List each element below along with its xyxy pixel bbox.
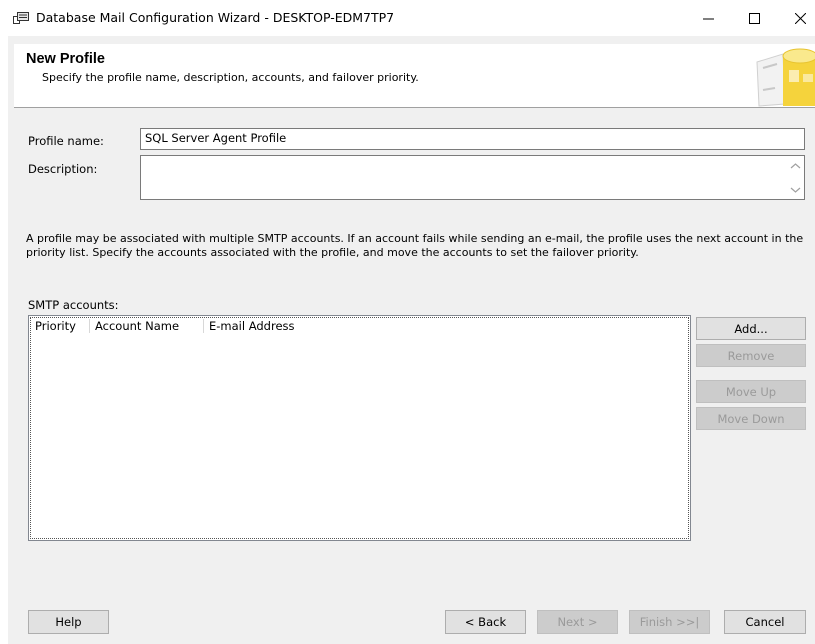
profile-name-input[interactable]: SQL Server Agent Profile — [140, 128, 805, 150]
column-separator[interactable] — [89, 319, 90, 333]
minimize-button[interactable] — [685, 0, 731, 36]
maximize-icon — [748, 12, 760, 24]
cancel-button[interactable]: Cancel — [724, 610, 806, 634]
database-mail-graphic-icon — [745, 44, 815, 107]
close-icon — [794, 12, 806, 24]
wizard-app-icon — [13, 11, 29, 25]
help-button[interactable]: Help — [28, 610, 109, 634]
window-title: Database Mail Configuration Wizard - DES… — [36, 10, 395, 25]
smtp-accounts-list[interactable]: Priority Account Name E-mail Address — [28, 315, 691, 541]
back-button[interactable]: < Back — [445, 610, 526, 634]
page-title: New Profile — [26, 51, 105, 67]
description-label: Description: — [28, 162, 98, 176]
profile-name-label: Profile name: — [28, 134, 104, 148]
next-button[interactable]: Next > — [537, 610, 618, 634]
close-button[interactable] — [777, 0, 815, 36]
column-header-priority[interactable]: Priority — [35, 319, 76, 333]
column-header-email-address[interactable]: E-mail Address — [209, 319, 295, 333]
move-down-button[interactable]: Move Down — [696, 407, 806, 430]
column-separator[interactable] — [203, 319, 204, 333]
description-input[interactable] — [140, 155, 805, 200]
maximize-button[interactable] — [731, 0, 777, 36]
move-up-button[interactable]: Move Up — [696, 380, 806, 403]
minimize-icon — [702, 18, 714, 19]
add-account-button[interactable]: Add... — [696, 317, 806, 340]
title-bar: Database Mail Configuration Wizard - DES… — [0, 0, 815, 36]
wizard-header: New Profile Specify the profile name, de… — [14, 44, 815, 108]
dialog-client-area: New Profile Specify the profile name, de… — [8, 36, 815, 644]
remove-account-button[interactable]: Remove — [696, 344, 806, 367]
scroll-down-icon[interactable] — [790, 186, 801, 194]
finish-button[interactable]: Finish >>| — [629, 610, 710, 634]
profile-info-text: A profile may be associated with multipl… — [26, 232, 804, 259]
column-header-account-name[interactable]: Account Name — [95, 319, 179, 333]
profile-name-value: SQL Server Agent Profile — [145, 131, 287, 145]
smtp-accounts-label: SMTP accounts: — [28, 298, 119, 312]
page-subtitle: Specify the profile name, description, a… — [42, 71, 419, 84]
scroll-up-icon[interactable] — [790, 162, 801, 170]
